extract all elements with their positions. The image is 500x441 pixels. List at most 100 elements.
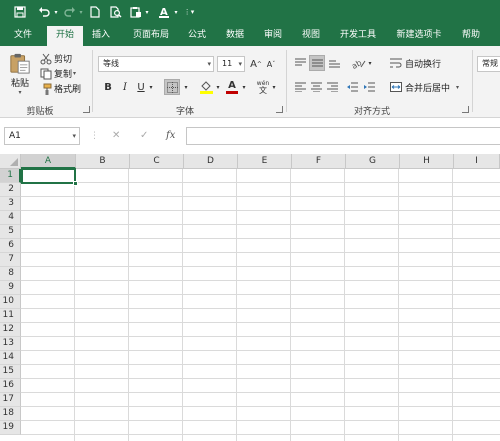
select-all-button[interactable]	[0, 154, 21, 169]
format-painter-button[interactable]: 格式刷	[40, 82, 81, 95]
customize-toolbar-icon[interactable]: ⋮▾	[184, 3, 195, 21]
row-header[interactable]: 8	[0, 267, 21, 281]
row-header[interactable]: 17	[0, 393, 21, 407]
decrease-indent-button[interactable]	[345, 80, 359, 94]
row-header[interactable]: 14	[0, 351, 21, 365]
number-format-combo[interactable]: 常规	[477, 56, 500, 72]
row-header[interactable]: 18	[0, 407, 21, 421]
font-color-icon[interactable]: A	[156, 3, 172, 21]
cell-area[interactable]	[21, 169, 500, 441]
row-header[interactable]: 6	[0, 239, 21, 253]
quick-access-toolbar: ▾ ▾ ▾ A ▾ ⋮▾	[0, 0, 500, 24]
undo-dropdown-icon[interactable]: ▾	[52, 3, 60, 21]
fill-color-dropdown-icon[interactable]: ▾	[214, 80, 222, 94]
row-header[interactable]: 13	[0, 337, 21, 351]
row-header[interactable]: 12	[0, 323, 21, 337]
print-preview-icon[interactable]	[108, 3, 124, 21]
italic-button[interactable]: I	[118, 80, 132, 94]
font-color-dropdown-icon[interactable]: ▾	[240, 80, 248, 94]
formula-input[interactable]	[186, 127, 500, 145]
column-header-e[interactable]: E	[238, 154, 292, 169]
font-color-button[interactable]: A	[224, 79, 240, 95]
borders-button[interactable]	[164, 79, 180, 95]
tab-formulas[interactable]: 公式	[182, 24, 212, 46]
merge-dropdown-icon[interactable]: ▾	[456, 84, 459, 91]
clipboard-dialog-launcher-icon[interactable]	[83, 106, 90, 113]
row-header[interactable]: 4	[0, 211, 21, 225]
row-header[interactable]: 3	[0, 197, 21, 211]
bold-button[interactable]: B	[101, 80, 115, 94]
orientation-dropdown-icon[interactable]: ▾	[366, 56, 374, 70]
align-center-button[interactable]	[309, 80, 323, 94]
row-header[interactable]: 2	[0, 183, 21, 197]
font-size-value: 11	[222, 59, 233, 68]
row-header[interactable]: 9	[0, 281, 21, 295]
copy-dropdown-icon[interactable]: ▾	[73, 70, 76, 77]
tab-data[interactable]: 数据	[220, 24, 250, 46]
svg-text:ab: ab	[352, 58, 363, 69]
font-color-dropdown-icon[interactable]: ▾	[172, 3, 180, 21]
tab-insert[interactable]: 插入	[86, 24, 116, 46]
alignment-dialog-launcher-icon[interactable]	[462, 106, 469, 113]
undo-icon[interactable]	[36, 3, 52, 21]
tab-new-tab[interactable]: 新建选项卡	[390, 24, 448, 46]
wrap-text-button[interactable]: 自动换行	[390, 56, 441, 70]
align-top-button[interactable]	[293, 56, 307, 70]
column-header-c[interactable]: C	[130, 154, 184, 169]
cut-button[interactable]: 剪切	[40, 52, 72, 65]
column-header-a[interactable]: A	[21, 154, 76, 169]
tab-page-layout[interactable]: 页面布局	[124, 24, 178, 46]
font-dialog-launcher-icon[interactable]	[276, 106, 283, 113]
shrink-font-button[interactable]: Aˇ	[264, 57, 278, 71]
tab-help[interactable]: 帮助	[456, 24, 486, 46]
row-header[interactable]: 1	[0, 169, 21, 183]
new-file-icon[interactable]	[88, 3, 102, 21]
paste-dropdown-icon[interactable]: ▾	[143, 3, 151, 21]
name-box[interactable]: A1 ▾	[4, 127, 80, 145]
fill-handle[interactable]	[73, 181, 78, 186]
redo-dropdown-icon[interactable]: ▾	[77, 3, 85, 21]
row-header[interactable]: 5	[0, 225, 21, 239]
column-header-f[interactable]: F	[292, 154, 346, 169]
cancel-button[interactable]: ✕	[112, 127, 120, 145]
grow-font-button[interactable]: A ^	[249, 57, 263, 71]
row-header[interactable]: 19	[0, 421, 21, 435]
save-icon[interactable]	[12, 3, 28, 21]
redo-icon[interactable]	[62, 3, 78, 21]
active-cell-a1[interactable]	[21, 168, 76, 184]
column-header-i[interactable]: I	[454, 154, 500, 169]
row-header[interactable]: 10	[0, 295, 21, 309]
align-middle-button[interactable]	[309, 55, 325, 71]
align-left-button[interactable]	[293, 80, 307, 94]
insert-function-button[interactable]: fx	[166, 127, 175, 145]
tab-view[interactable]: 视图	[296, 24, 326, 46]
row-header[interactable]: 11	[0, 309, 21, 323]
tab-review[interactable]: 审阅	[258, 24, 288, 46]
column-header-h[interactable]: H	[400, 154, 454, 169]
align-right-button[interactable]	[325, 80, 339, 94]
name-box-value: A1	[9, 131, 21, 141]
increase-indent-button[interactable]	[362, 80, 376, 94]
phonetic-dropdown-icon[interactable]: ▾	[270, 80, 278, 94]
row-header[interactable]: 16	[0, 379, 21, 393]
copy-button[interactable]: 复制 ▾	[40, 67, 76, 80]
tab-developer[interactable]: 开发工具	[334, 24, 382, 46]
column-header-b[interactable]: B	[76, 154, 130, 169]
enter-button[interactable]: ✓	[140, 127, 148, 145]
column-header-d[interactable]: D	[184, 154, 238, 169]
merge-center-button[interactable]: 合并后居中 ▾	[390, 80, 459, 94]
paste-icon[interactable]	[128, 3, 144, 21]
font-size-combo[interactable]: 11 ▾	[217, 56, 245, 72]
underline-button[interactable]: U	[134, 80, 148, 94]
fill-color-button[interactable]	[198, 79, 214, 95]
tab-file[interactable]: 文件	[8, 24, 38, 46]
underline-dropdown-icon[interactable]: ▾	[147, 80, 155, 94]
align-bottom-button[interactable]	[327, 56, 341, 70]
font-name-combo[interactable]: 等线 ▾	[98, 56, 214, 72]
row-header[interactable]: 7	[0, 253, 21, 267]
borders-dropdown-icon[interactable]: ▾	[182, 80, 190, 94]
paste-button[interactable]: 粘贴 ▾	[6, 52, 34, 96]
column-header-g[interactable]: G	[346, 154, 400, 169]
row-header[interactable]: 15	[0, 365, 21, 379]
tab-home[interactable]: 开始	[47, 26, 83, 46]
